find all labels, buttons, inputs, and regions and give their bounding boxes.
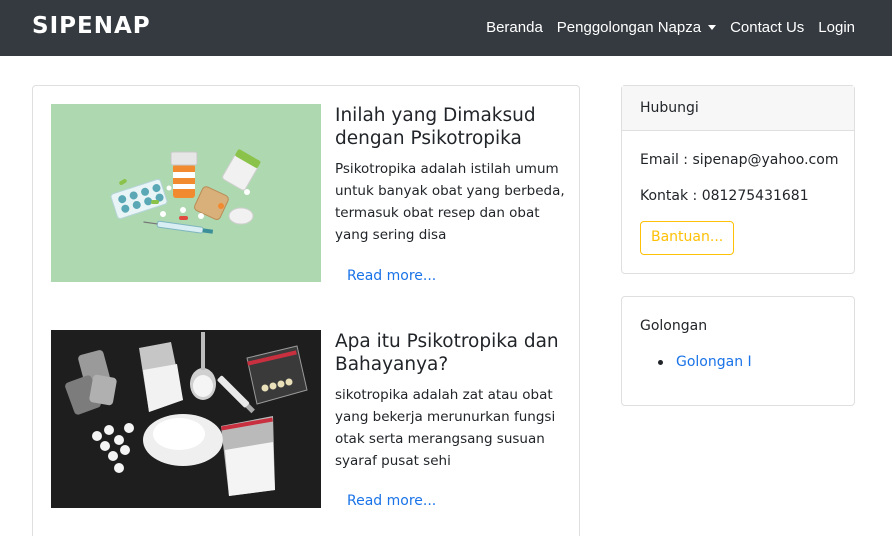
nav-item-login[interactable]: Login <box>811 19 862 36</box>
chevron-down-icon <box>708 25 717 30</box>
nav-label: Contact Us <box>730 19 805 36</box>
pills-illustration <box>51 104 321 282</box>
drugs-photo <box>51 330 321 508</box>
post-excerpt: sikotropika adalah zat atau obat yang be… <box>335 387 556 469</box>
post-item: Apa itu Psikotropika dan Bahayanya? siko… <box>51 330 563 530</box>
bullet-icon <box>658 359 663 365</box>
contact-card-header: Hubungi <box>622 86 854 131</box>
post-excerpt: Psikotropika adalah istilah umum untuk b… <box>335 161 565 243</box>
golongan-title: Golongan <box>640 318 708 334</box>
nav-label: Penggolongan Napza <box>556 19 702 36</box>
contact-phone: Kontak : 081275431681 <box>640 188 809 204</box>
nav-item-beranda[interactable]: Beranda <box>479 19 550 36</box>
post-title[interactable]: Apa itu Psikotropika dan Bahayanya? <box>335 330 565 376</box>
golongan-card: Golongan Golongan I <box>621 296 855 406</box>
nav-label: Login <box>818 19 855 36</box>
golongan-list-item: Golongan I <box>658 354 752 370</box>
contact-email: Email : sipenap@yahoo.com <box>640 152 839 168</box>
post-thumbnail[interactable] <box>51 330 321 508</box>
nav-menu: Beranda Penggolongan Napza Contact Us Lo… <box>479 19 862 36</box>
post-item: Inilah yang Dimaksud dengan Psikotropika… <box>51 104 565 304</box>
post-title[interactable]: Inilah yang Dimaksud dengan Psikotropika <box>335 104 565 150</box>
read-more-link[interactable]: Read more... <box>347 493 436 509</box>
help-button[interactable]: Bantuan... <box>640 221 735 255</box>
navbar: SIPENAP Beranda Penggolongan Napza Conta… <box>0 0 892 56</box>
read-more-link[interactable]: Read more... <box>347 268 436 284</box>
nav-item-penggolongan-napza[interactable]: Penggolongan Napza <box>550 19 723 36</box>
post-thumbnail[interactable] <box>51 104 321 282</box>
nav-item-contact-us[interactable]: Contact Us <box>723 19 811 36</box>
brand-logo[interactable]: SIPENAP <box>32 13 151 39</box>
posts-card: Inilah yang Dimaksud dengan Psikotropika… <box>32 85 580 536</box>
contact-card: Hubungi Email : sipenap@yahoo.com Kontak… <box>621 85 855 274</box>
golongan-link[interactable]: Golongan I <box>676 354 752 370</box>
nav-label: Beranda <box>486 19 543 36</box>
